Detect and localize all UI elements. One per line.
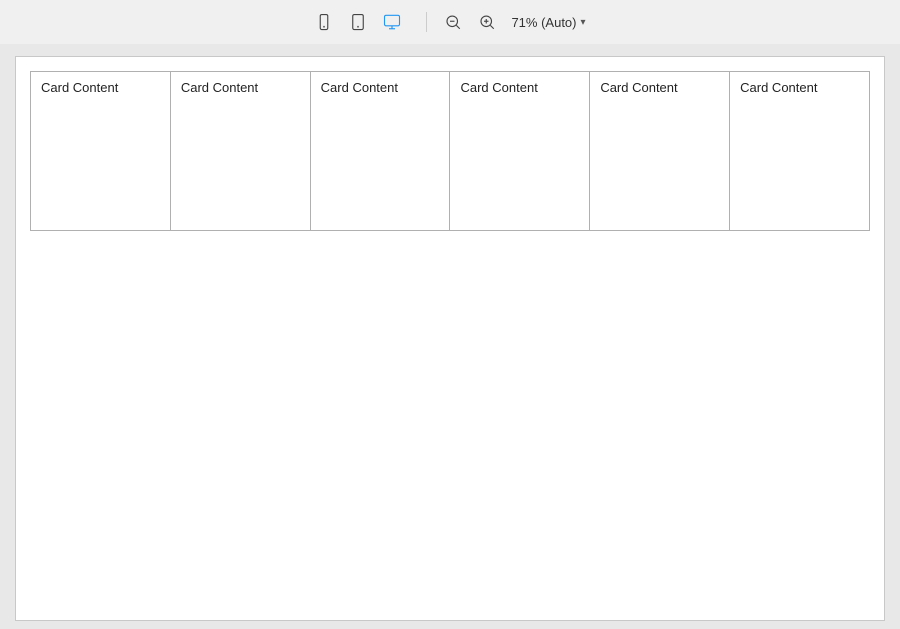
card-content-label: Card Content bbox=[460, 80, 537, 95]
card-content-label: Card Content bbox=[181, 80, 258, 95]
card-content-label: Card Content bbox=[41, 80, 118, 95]
mobile-device-button[interactable] bbox=[308, 8, 340, 36]
desktop-device-button[interactable] bbox=[376, 8, 408, 36]
tablet-device-button[interactable] bbox=[342, 8, 374, 36]
device-toggle-group bbox=[308, 8, 408, 36]
canvas-area: Card Content Card Content Card Content Card… bbox=[0, 44, 900, 629]
cards-row: Card Content Card Content Card Content Card… bbox=[30, 71, 870, 231]
zoom-dropdown[interactable]: 71% (Auto) ▾ bbox=[505, 11, 591, 34]
toolbar: 71% (Auto) ▾ bbox=[0, 0, 900, 44]
card-content-label: Card Content bbox=[740, 80, 817, 95]
zoom-value: 71% (Auto) bbox=[511, 15, 576, 30]
card-item: Card Content bbox=[30, 71, 170, 231]
toolbar-divider bbox=[426, 12, 427, 32]
zoom-chevron-icon: ▾ bbox=[581, 17, 586, 28]
zoom-out-icon bbox=[444, 13, 462, 31]
zoom-group: 71% (Auto) ▾ bbox=[437, 8, 591, 36]
card-item: Card Content bbox=[729, 71, 870, 231]
desktop-icon bbox=[383, 13, 401, 31]
zoom-in-button[interactable] bbox=[471, 8, 503, 36]
card-item: Card Content bbox=[449, 71, 589, 231]
mobile-icon bbox=[315, 13, 333, 31]
card-item: Card Content bbox=[310, 71, 450, 231]
tablet-icon bbox=[349, 13, 367, 31]
card-content-label: Card Content bbox=[321, 80, 398, 95]
card-item: Card Content bbox=[589, 71, 729, 231]
card-item: Card Content bbox=[170, 71, 310, 231]
zoom-out-button[interactable] bbox=[437, 8, 469, 36]
preview-frame: Card Content Card Content Card Content Card… bbox=[15, 56, 885, 621]
zoom-in-icon bbox=[478, 13, 496, 31]
card-content-label: Card Content bbox=[600, 80, 677, 95]
